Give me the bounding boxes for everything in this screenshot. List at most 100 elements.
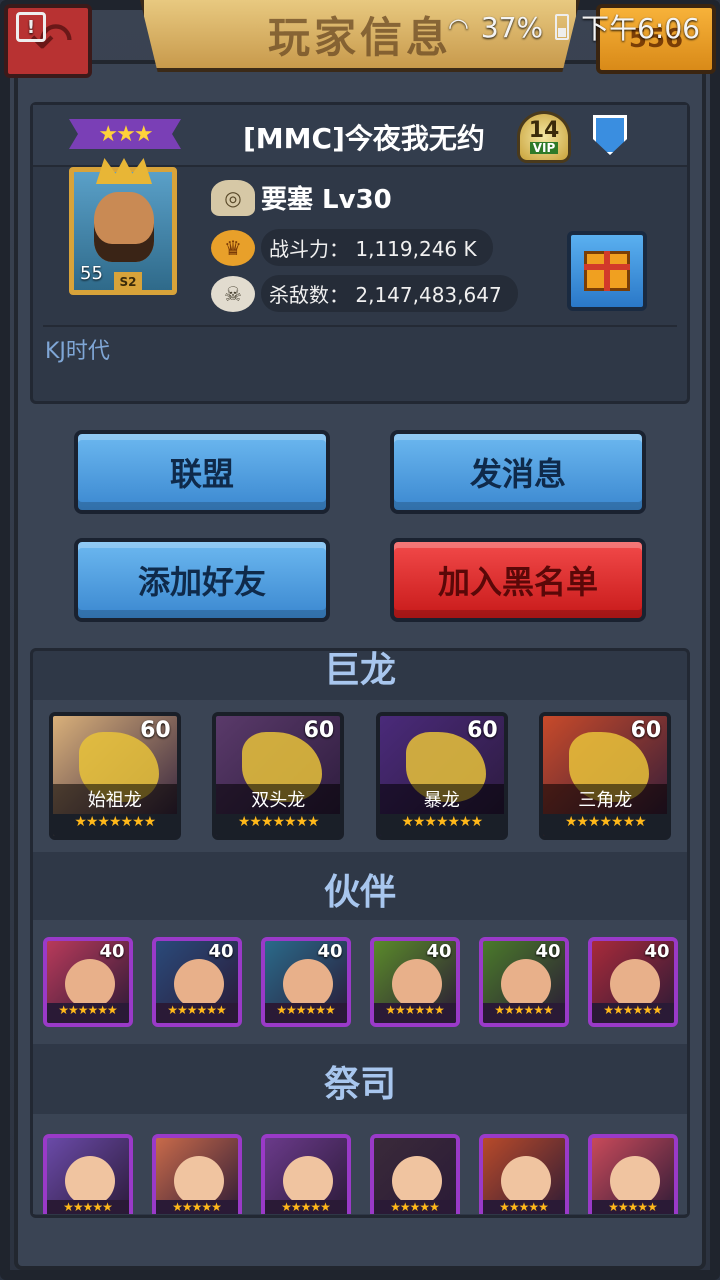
priest-portrait <box>64 1156 115 1206</box>
dragon-name: 暴龙 <box>379 784 504 814</box>
vip-level: 14 <box>528 118 560 143</box>
priest-card[interactable]: ★★★★★ <box>42 1134 133 1214</box>
avatar-level: 55 <box>80 263 103 284</box>
dragon-level: 60 <box>630 718 662 743</box>
skull-icon: ☠ <box>211 275 255 312</box>
partner-card[interactable]: 40 ★★★★★★ <box>478 937 569 1027</box>
dragon-card[interactable]: 60 始祖龙 ★★★★★★★ <box>48 712 181 840</box>
partner-portrait <box>173 959 224 1009</box>
battery-percent: 37% <box>480 10 544 44</box>
dragons-header: 巨龙 <box>323 650 396 691</box>
battery-icon <box>555 14 570 40</box>
priest-card[interactable]: ★★★★★ <box>478 1134 569 1214</box>
blacklist-button[interactable]: 加入黑名单 <box>390 538 646 622</box>
partner-card[interactable]: 40 ★★★★★★ <box>587 937 678 1027</box>
dragons-row: 60 始祖龙 ★★★★★★★ 60 双头龙 ★★★★★★★ 60 暴龙 ★★★★★★★ 60 三角龙… <box>33 700 687 852</box>
gift-button[interactable] <box>567 231 647 311</box>
partners-row: 40 ★★★★★★ 40 ★★★★★★ 40 ★★★★★★ 40 ★★★★★★ 40 ★★★★★★… <box>33 920 687 1044</box>
avatar-portrait <box>94 192 154 262</box>
priest-portrait <box>391 1156 442 1206</box>
kills-row: ☠ 杀敌数： 2,147,483,647 <box>211 275 518 312</box>
partner-card[interactable]: 40 ★★★★★★ <box>42 937 133 1027</box>
partner-portrait <box>500 959 551 1009</box>
partner-card[interactable]: 40 ★★★★★★ <box>369 937 460 1027</box>
priest-card[interactable]: ★★★★★ <box>587 1134 678 1214</box>
player-name: [MMC]今夜我无约 <box>243 122 485 155</box>
partners-header: 伙伴 <box>323 872 396 913</box>
power-pill: 战斗力： 1,119,246 K <box>261 229 493 266</box>
player-card: ★★★ [MMC]今夜我无约 14 VIP 55 S2 ◎ 要塞 Lv30 ♛ … <box>30 102 690 404</box>
dragon-stars: ★★★★★★★ <box>52 814 177 836</box>
kills-value: 2,147,483,647 <box>355 283 502 307</box>
priests-header: 祭司 <box>323 1064 396 1105</box>
avatar[interactable]: 55 S2 <box>69 158 177 295</box>
dragon-name: 始祖龙 <box>52 784 177 814</box>
priest-stars: ★★★★★ <box>591 1200 674 1214</box>
phoenix-icon: ♛ <box>211 229 255 266</box>
crown-icon <box>96 158 152 184</box>
vip-badge[interactable]: 14 VIP <box>517 111 571 163</box>
dragon-card[interactable]: 60 双头龙 ★★★★★★★ <box>212 712 345 840</box>
season-badge: S2 <box>114 272 142 292</box>
power-label: 战斗力： <box>269 237 349 261</box>
star-rank-ribbon: ★★★ <box>69 119 181 149</box>
dragon-card[interactable]: 60 三角龙 ★★★★★★★ <box>539 712 672 840</box>
dragon-level: 60 <box>303 718 335 743</box>
partner-card[interactable]: 40 ★★★★★★ <box>151 937 242 1027</box>
wifi-icon: ◠ <box>447 13 469 41</box>
priest-card[interactable]: ★★★★★ <box>260 1134 351 1214</box>
alert-icon: ! <box>16 12 46 42</box>
partner-level: 40 <box>317 941 343 962</box>
partner-stars: ★★★★★★ <box>264 1003 347 1023</box>
partner-stars: ★★★★★★ <box>46 1003 129 1023</box>
priest-stars: ★★★★★ <box>482 1200 565 1214</box>
divider <box>43 325 677 327</box>
clock: 下午6:06 <box>581 12 700 45</box>
priest-stars: ★★★★★ <box>373 1200 456 1214</box>
partner-level: 40 <box>99 941 125 962</box>
alliance-button[interactable]: 联盟 <box>74 430 330 514</box>
dragon-stars: ★★★★★★★ <box>216 814 341 836</box>
priest-portrait <box>609 1156 660 1206</box>
dragon-level: 60 <box>140 718 171 743</box>
kills-label: 杀敌数： <box>269 283 349 307</box>
dragon-stars: ★★★★★★★ <box>543 814 668 836</box>
dragon-card[interactable]: 60 暴龙 ★★★★★★★ <box>375 712 508 840</box>
dragon-stars: ★★★★★★★ <box>379 814 504 836</box>
dragon-level: 60 <box>467 718 498 743</box>
rank-stars: ★★★ <box>98 121 153 147</box>
partner-stars: ★★★★★★ <box>155 1003 238 1023</box>
partner-level: 40 <box>644 941 670 962</box>
partner-portrait <box>391 959 442 1009</box>
dragon-name: 双头龙 <box>216 784 341 814</box>
send-message-button[interactable]: 发消息 <box>390 430 646 514</box>
power-row: ♛ 战斗力： 1,119,246 K <box>211 229 493 266</box>
dragon-name: 三角龙 <box>543 784 668 814</box>
gift-icon <box>584 251 630 291</box>
priest-stars: ★★★★★ <box>46 1200 129 1214</box>
partner-portrait <box>282 959 333 1009</box>
priest-portrait <box>282 1156 333 1206</box>
alliance-name: KJ时代 <box>45 339 110 364</box>
kills-pill: 杀敌数： 2,147,483,647 <box>261 275 518 312</box>
priest-card[interactable]: ★★★★★ <box>369 1134 460 1214</box>
guild-shield-icon[interactable] <box>593 115 627 155</box>
priests-row: ★★★★★ ★★★★★ ★★★★★ ★★★★★ ★★★★★ ★★★★★ <box>33 1114 687 1214</box>
partner-level: 40 <box>426 941 452 962</box>
vip-label: VIP <box>529 142 559 154</box>
partner-portrait <box>64 959 115 1009</box>
partner-stars: ★★★★★★ <box>373 1003 456 1023</box>
partner-stars: ★★★★★★ <box>591 1003 674 1023</box>
priest-stars: ★★★★★ <box>155 1200 238 1214</box>
fortress-level: 要塞 Lv30 <box>261 185 392 215</box>
fortress-row: ◎ 要塞 Lv30 <box>211 179 392 216</box>
partner-level: 40 <box>535 941 561 962</box>
priest-stars: ★★★★★ <box>264 1200 347 1214</box>
fortress-icon: ◎ <box>211 179 255 216</box>
priest-portrait <box>173 1156 224 1206</box>
partner-level: 40 <box>208 941 234 962</box>
add-friend-button[interactable]: 添加好友 <box>74 538 330 622</box>
partner-portrait <box>609 959 660 1009</box>
priest-card[interactable]: ★★★★★ <box>151 1134 242 1214</box>
partner-card[interactable]: 40 ★★★★★★ <box>260 937 351 1027</box>
